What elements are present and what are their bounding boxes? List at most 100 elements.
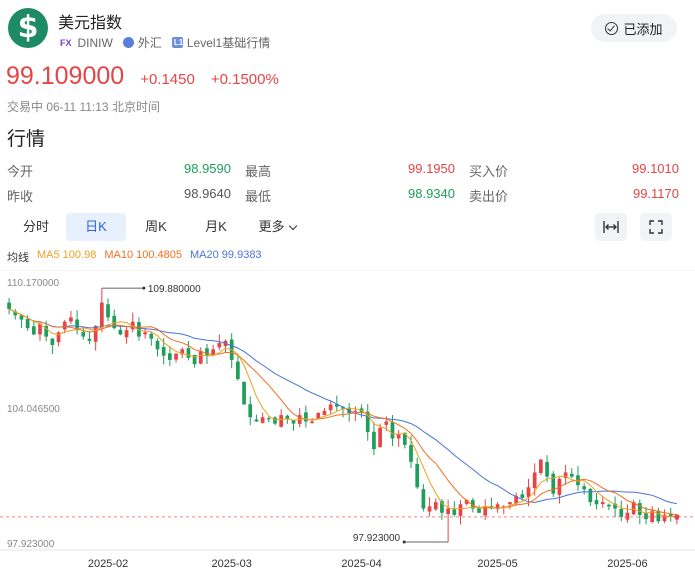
candle-body (532, 472, 537, 489)
candle-body (372, 431, 376, 450)
quote-stat: 今开 98.9590 (7, 161, 231, 180)
candle-body (168, 353, 172, 360)
candle-body (31, 326, 36, 335)
candle-body (415, 464, 420, 488)
candle-body (526, 487, 531, 498)
candle-body (644, 512, 648, 520)
fx-badge-icon: FX (60, 37, 72, 48)
low-annotation: 97.923000 (353, 533, 401, 544)
dollar-logo-icon: $ (8, 8, 48, 48)
quote-stat-label: 买入价 (469, 164, 509, 179)
candle-body (260, 417, 265, 423)
candle-body (600, 502, 605, 505)
candle-body (551, 473, 556, 494)
candle-body (106, 304, 110, 318)
candle-body (508, 502, 512, 505)
candle-body (198, 351, 203, 364)
quote-stats-row: 今开 98.9590 最高 99.1950 买入价 99.1010 (7, 158, 679, 183)
market-label: 外汇 (137, 36, 162, 50)
candle-body (409, 445, 413, 462)
candle-body (433, 502, 438, 510)
y-tick-max: 110.170000 (7, 278, 60, 289)
candle-body (384, 421, 389, 425)
candle-body (625, 512, 630, 520)
candle-body (588, 488, 593, 503)
ma10-value: MA10 100.4805 (104, 249, 182, 261)
candle-body (242, 381, 246, 405)
section-title: 行情 (7, 129, 46, 150)
candle-body (254, 419, 259, 422)
candle-body (248, 404, 253, 418)
candle-body (143, 332, 147, 335)
x-tick-label: 2025-05 (477, 558, 517, 570)
tab-more-label: 更多 (258, 219, 285, 234)
price-change-pct: +0.1500% (210, 71, 279, 88)
candle-body (458, 504, 463, 516)
candle-body (539, 459, 543, 473)
ma-legend: 均线 MA5 100.98 MA10 100.4805 MA20 99.9383 (7, 249, 262, 265)
page-title: 美元指数 (58, 15, 123, 32)
quote-stat: 买入价 99.1010 (455, 161, 679, 180)
candle-body (328, 404, 333, 411)
quote-stat-label: 卖出价 (469, 189, 509, 204)
level1-badge-icon: L1 (171, 37, 184, 48)
low-leader-dot (402, 540, 406, 544)
header: $ 美元指数 FX DINIW 外汇 L1 Level1基础行情 已添加 (0, 0, 695, 60)
candle-body (520, 494, 525, 498)
y-tick-min: 97.923000 (7, 539, 55, 550)
candle-body (236, 361, 240, 380)
candle-body (149, 333, 154, 339)
candlestick-chart[interactable]: 110.170000 104.046500 97.923000 109.8800… (0, 270, 695, 583)
check-circle-icon (605, 21, 619, 35)
candle-body (99, 302, 104, 328)
candle-body (266, 418, 271, 420)
high-annotation: 109.880000 (148, 284, 201, 295)
ma-legend-label: 均线 (7, 252, 29, 264)
candle-body (656, 510, 661, 522)
market-tag: 外汇 (122, 34, 162, 51)
instrument-tags: FX DINIW 外汇 L1 Level1基础行情 (58, 34, 270, 51)
fit-width-icon (603, 221, 619, 233)
candle-body (452, 509, 457, 515)
quote-stat: 卖出价 99.1170 (455, 186, 679, 205)
candle-body (186, 348, 191, 358)
quote-stat-value: 98.9340 (408, 186, 455, 201)
watchlist-added-button[interactable]: 已添加 (591, 14, 677, 42)
quote-stats-row: 昨收 98.9640 最低 98.9340 卖出价 99.1170 (7, 183, 679, 208)
fit-width-button[interactable] (595, 213, 627, 241)
x-tick-label: 2025-06 (607, 558, 647, 570)
candle-body (155, 341, 160, 350)
ma5-value: MA5 100.98 (37, 249, 97, 261)
quote-stat-label: 最低 (245, 189, 272, 204)
fullscreen-button[interactable] (640, 213, 672, 241)
candle-body (582, 486, 587, 490)
fullscreen-icon (649, 220, 663, 234)
candle-body (62, 321, 67, 330)
ma20-value: MA20 99.9383 (190, 249, 262, 261)
tab-more[interactable]: 更多 (246, 213, 308, 241)
tab-monthly-k[interactable]: 月K (186, 213, 246, 241)
quote-stat-value: 98.9640 (184, 186, 231, 201)
quote-stat-value: 99.1010 (632, 161, 679, 176)
tab-intraday[interactable]: 分时 (6, 213, 66, 241)
last-price: 99.109000 (6, 62, 125, 90)
tab-daily-k[interactable]: 日K (66, 213, 126, 241)
chevron-down-icon (288, 221, 297, 230)
quote-stat-label: 最高 (245, 164, 272, 179)
tab-weekly-k[interactable]: 周K (126, 213, 186, 241)
candle-body (161, 347, 166, 356)
period-tabs: 分时 日K 周K 月K 更多 (6, 213, 308, 241)
candle-body (594, 500, 599, 505)
price-change: +0.1450 (140, 71, 195, 88)
current-price-dot (674, 514, 680, 520)
candle-body (619, 508, 624, 518)
candle-body (7, 302, 11, 309)
level-tag: L1 Level1基础行情 (171, 34, 270, 51)
candle-body (421, 489, 426, 509)
candle-body (304, 412, 308, 422)
candle-body (81, 331, 86, 337)
trading-status: 交易中 06-11 11:13 北京时间 (7, 100, 160, 114)
candle-body (477, 508, 481, 513)
candle-body (279, 415, 284, 427)
instrument-code: DINIW (77, 35, 113, 50)
